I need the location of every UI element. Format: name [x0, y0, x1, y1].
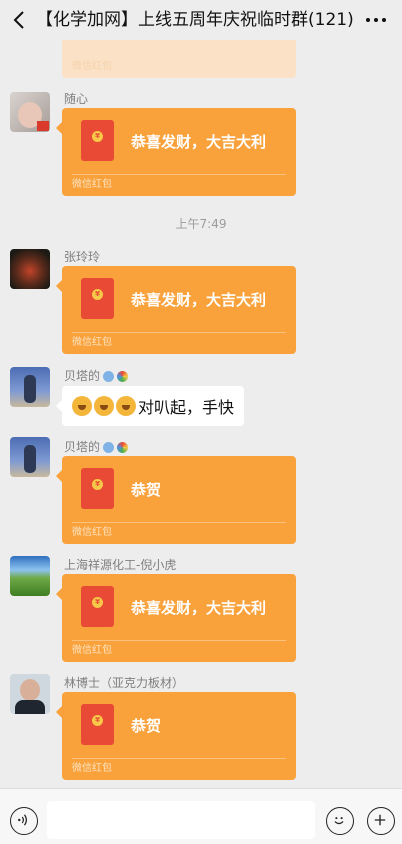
lollipop-icon	[117, 441, 129, 453]
packet-footer: 微信红包	[72, 61, 112, 72]
avatar[interactable]	[10, 674, 50, 714]
chat-header: 【化学加网】上线五周年庆祝临时群(121)	[0, 0, 402, 40]
sender-name: 上海祥源化工-倪小虎	[64, 558, 177, 572]
lollipop-icon	[117, 370, 129, 382]
sender-name-text: 贝塔的	[64, 440, 101, 454]
voice-button[interactable]	[10, 807, 38, 835]
emoji-icon	[72, 396, 92, 416]
emoji-button[interactable]	[326, 807, 354, 835]
divider	[72, 174, 286, 175]
avatar[interactable]	[10, 367, 50, 407]
emoji-icon	[94, 396, 114, 416]
divider	[72, 758, 286, 759]
sender-name-text: 贝塔的	[64, 369, 101, 383]
emoji-icon	[334, 817, 344, 825]
divider	[72, 640, 286, 641]
packet-greeting: 恭贺	[131, 717, 162, 735]
sender-name: 贝塔的	[64, 439, 129, 455]
divider	[72, 332, 286, 333]
text-message[interactable]: 对叭起，手快	[55, 386, 245, 426]
avatar[interactable]	[10, 556, 50, 596]
red-packet[interactable]: 恭喜发财，大吉大利 微信红包	[56, 574, 296, 662]
red-packet-faded[interactable]: 微信红包	[62, 40, 296, 78]
emoji-icon	[116, 396, 136, 416]
packet-greeting: 恭贺	[131, 481, 162, 499]
red-packet[interactable]: 恭喜发财，大吉大利 微信红包	[56, 266, 296, 354]
red-packet[interactable]: 恭喜发财，大吉大利 微信红包	[56, 108, 296, 196]
red-envelope-icon	[81, 120, 114, 161]
packet-footer: 微信红包	[72, 527, 112, 538]
red-packet[interactable]: 恭贺 微信红包	[56, 692, 296, 780]
red-envelope-icon	[81, 586, 114, 627]
red-envelope-icon	[81, 278, 114, 319]
sender-name: 贝塔的	[64, 368, 129, 384]
packet-greeting: 恭喜发财，大吉大利	[131, 133, 267, 151]
divider	[72, 522, 286, 523]
packet-footer: 微信红包	[72, 645, 112, 656]
eye-icon	[103, 441, 115, 453]
chat-area[interactable]: 微信红包 随心 恭喜发财，大吉大利 微信红包 上午7:49 张玲玲 恭喜发财，大…	[0, 40, 402, 788]
plus-button[interactable]	[367, 807, 395, 835]
avatar[interactable]	[10, 92, 50, 132]
avatar[interactable]	[10, 437, 50, 477]
voice-icon	[18, 814, 27, 826]
packet-footer: 微信红包	[72, 763, 112, 774]
plus-icon	[374, 814, 386, 826]
sender-name: 林博士（亚克力板材）	[64, 676, 185, 690]
packet-greeting: 恭喜发财，大吉大利	[131, 599, 267, 617]
sender-name: 随心	[64, 92, 89, 106]
eye-icon	[103, 370, 115, 382]
chat-title: 【化学加网】上线五周年庆祝临时群(121)	[36, 10, 354, 30]
message-input[interactable]	[47, 801, 315, 839]
red-envelope-icon	[81, 468, 114, 509]
message-text: 对叭起，手快	[138, 398, 235, 417]
back-icon[interactable]	[8, 8, 32, 32]
sender-name: 张玲玲	[64, 250, 101, 264]
avatar[interactable]	[10, 249, 50, 289]
packet-greeting: 恭喜发财，大吉大利	[131, 291, 267, 309]
red-envelope-icon	[81, 704, 114, 745]
packet-footer: 微信红包	[72, 179, 112, 190]
input-bar	[0, 788, 402, 844]
packet-footer: 微信红包	[72, 337, 112, 348]
timestamp: 上午7:49	[175, 217, 227, 231]
red-packet[interactable]: 恭贺 微信红包	[56, 456, 296, 544]
more-icon[interactable]	[364, 10, 388, 30]
